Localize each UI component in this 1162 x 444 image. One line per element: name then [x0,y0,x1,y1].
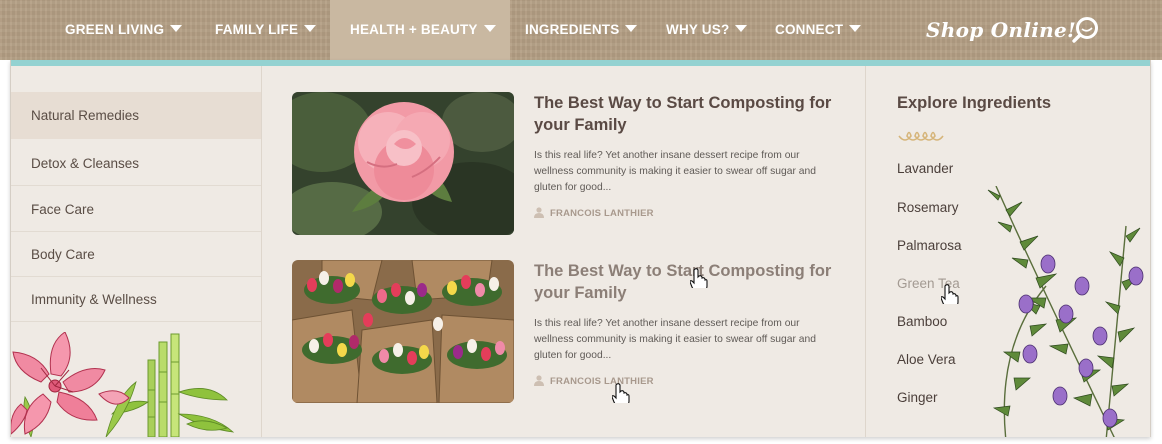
nav-item-health-beauty[interactable]: HEALTH + BEAUTY [330,0,510,60]
article-excerpt: Is this real life? Yet another insane de… [534,150,816,193]
decorative-flowers-illustration [11,332,235,437]
article-card[interactable]: The Best Way to Start Composting for you… [292,260,852,405]
mega-menu-panel: Natural Remedies Detox & Cleanses Face C… [10,60,1151,437]
ingredient-lavander[interactable]: Lavander [897,160,953,178]
article-author-name: FRANCOIS LANTHIER [550,376,654,387]
nav-item-label: CONNECT [775,22,844,37]
top-navigation-bar: GREEN LIVING FAMILY LIFE HEALTH + BEAUTY… [0,0,1162,60]
shop-online-link[interactable]: Shop Online! [926,12,1076,48]
search-button[interactable] [1068,13,1102,47]
ingredient-palmarosa[interactable]: Palmarosa [897,237,962,255]
category-list: Natural Remedies Detox & Cleanses Face C… [11,66,262,437]
nav-item-why-us[interactable]: WHY US? [666,0,748,60]
category-body-care[interactable]: Body Care [11,233,261,277]
nav-item-label: FAMILY LIFE [215,22,299,37]
nav-item-connect[interactable]: CONNECT [775,0,862,60]
article-title[interactable]: The Best Way to Start Composting for you… [534,260,834,304]
article-excerpt: Is this real life? Yet another insane de… [534,318,816,361]
search-icon [1072,17,1098,43]
featured-articles: The Best Way to Start Composting for you… [263,66,864,437]
explore-ingredients-title: Explore Ingredients [897,94,1052,112]
nav-item-label: INGREDIENTS [525,22,620,37]
article-author[interactable]: FRANCOIS LANTHIER [534,207,654,221]
explore-ingredients-panel: Explore Ingredients Lavander Rosemary Pa… [865,66,1152,437]
ingredient-ginger[interactable]: Ginger [897,389,938,407]
chevron-down-icon [849,25,862,32]
nav-item-label: GREEN LIVING [65,22,165,37]
chevron-down-icon [735,25,748,32]
user-icon [534,375,544,386]
article-author-name: FRANCOIS LANTHIER [550,208,654,219]
nav-item-ingredients[interactable]: INGREDIENTS [525,0,638,60]
nav-item-label: HEALTH + BEAUTY [350,22,478,37]
user-icon [534,207,544,218]
squiggle-divider-icon [898,131,944,141]
category-face-care[interactable]: Face Care [11,188,261,232]
pink-rose-image [292,92,514,235]
tulip-bouquets-photo[interactable] [292,260,514,403]
article-author[interactable]: FRANCOIS LANTHIER [534,375,654,389]
nav-item-family-life[interactable]: FAMILY LIFE [215,0,317,60]
nav-item-label: WHY US? [666,22,730,37]
rosemary-illustration [987,186,1144,437]
nav-item-green-living[interactable]: GREEN LIVING [65,0,183,60]
ingredient-bamboo[interactable]: Bamboo [897,313,947,331]
chevron-down-icon [483,25,496,32]
article-card[interactable]: The Best Way to Start Composting for you… [292,92,852,237]
chevron-down-icon [170,25,183,32]
category-detox-cleanses[interactable]: Detox & Cleanses [11,142,261,186]
pink-rose-photo[interactable] [292,92,514,235]
tulip-bouquets-image [292,260,514,403]
ingredient-green-tea[interactable]: Green Tea [897,275,960,293]
category-immunity-wellness[interactable]: Immunity & Wellness [11,278,261,322]
category-natural-remedies[interactable]: Natural Remedies [11,92,261,139]
article-title[interactable]: The Best Way to Start Composting for you… [534,92,834,136]
chevron-down-icon [625,25,638,32]
ingredient-aloe-vera[interactable]: Aloe Vera [897,351,956,369]
ingredient-rosemary[interactable]: Rosemary [897,199,959,217]
chevron-down-icon [304,25,317,32]
